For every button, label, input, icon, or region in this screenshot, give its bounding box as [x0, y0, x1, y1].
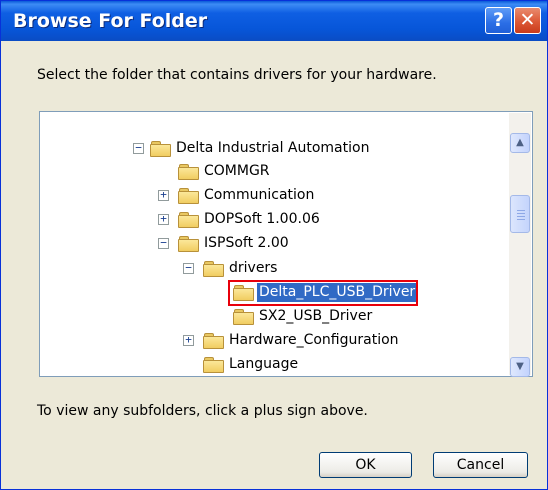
folder-icon — [150, 141, 171, 157]
tree-item-label: drivers — [229, 260, 278, 276]
close-button[interactable]: ✕ — [514, 7, 541, 34]
collapse-icon[interactable]: − — [183, 262, 194, 274]
tree-item-label: DOPSoft 1.00.06 — [204, 211, 320, 227]
folder-icon — [233, 309, 254, 325]
tree-item-label: SX2_USB_Driver — [259, 308, 373, 324]
folder-icon — [203, 333, 224, 349]
vertical-scrollbar[interactable]: ▲ ▼ — [509, 113, 531, 377]
expand-icon[interactable]: + — [183, 334, 194, 346]
tree-item-sx2-usb-driver[interactable]: SX2_USB_Driver — [209, 306, 409, 328]
selection-highlight — [228, 280, 418, 306]
window-title: Browse For Folder — [13, 10, 208, 32]
tree-item-drivers[interactable]: − drivers — [181, 258, 361, 280]
folder-icon — [203, 261, 224, 277]
tree-item-dopsoft[interactable]: + DOPSoft 1.00.06 — [156, 209, 376, 231]
tree-item-communication[interactable]: + Communication — [156, 185, 356, 207]
expand-icon[interactable]: + — [158, 189, 169, 201]
cancel-button[interactable]: Cancel — [433, 452, 528, 478]
collapse-icon[interactable]: − — [158, 237, 169, 249]
tree-item-label: Hardware_Configuration — [229, 332, 399, 348]
title-bar[interactable]: Browse For Folder ? ✕ — [1, 1, 547, 41]
folder-icon — [178, 212, 199, 228]
browse-for-folder-dialog: Browse For Folder ? ✕ Select the folder … — [0, 0, 548, 490]
folder-icon — [178, 164, 199, 180]
tree-item-commgr[interactable]: COMMGR — [156, 161, 356, 183]
scroll-up-button[interactable]: ▲ — [510, 133, 530, 153]
ok-button[interactable]: OK — [319, 452, 412, 478]
expand-icon[interactable]: + — [158, 213, 169, 225]
collapse-icon[interactable]: − — [133, 142, 144, 154]
hint-text: To view any subfolders, click a plus sig… — [37, 403, 368, 419]
tree-item-label: Communication — [204, 187, 315, 203]
folder-icon — [203, 357, 224, 373]
tree-item-ispsoft[interactable]: − ISPSoft 2.00 — [156, 233, 356, 255]
help-button[interactable]: ? — [485, 7, 512, 34]
tree-item-hardware-configuration[interactable]: + Hardware_Configuration — [181, 330, 421, 352]
tree-item-label: Delta Industrial Automation — [176, 140, 370, 156]
scroll-thumb[interactable] — [510, 195, 530, 233]
instruction-text: Select the folder that contains drivers … — [37, 67, 437, 83]
tree-item-label: COMMGR — [204, 163, 270, 179]
tree-item-label: Language — [229, 356, 299, 372]
scroll-down-button[interactable]: ▼ — [510, 357, 530, 377]
tree-item-language[interactable]: Language — [181, 354, 361, 376]
folder-icon — [178, 236, 199, 252]
tree-item-label: ISPSoft 2.00 — [204, 235, 289, 251]
tree-item-delta-industrial-automation[interactable]: − Delta Industrial Automation — [131, 138, 391, 160]
folder-icon — [178, 188, 199, 204]
